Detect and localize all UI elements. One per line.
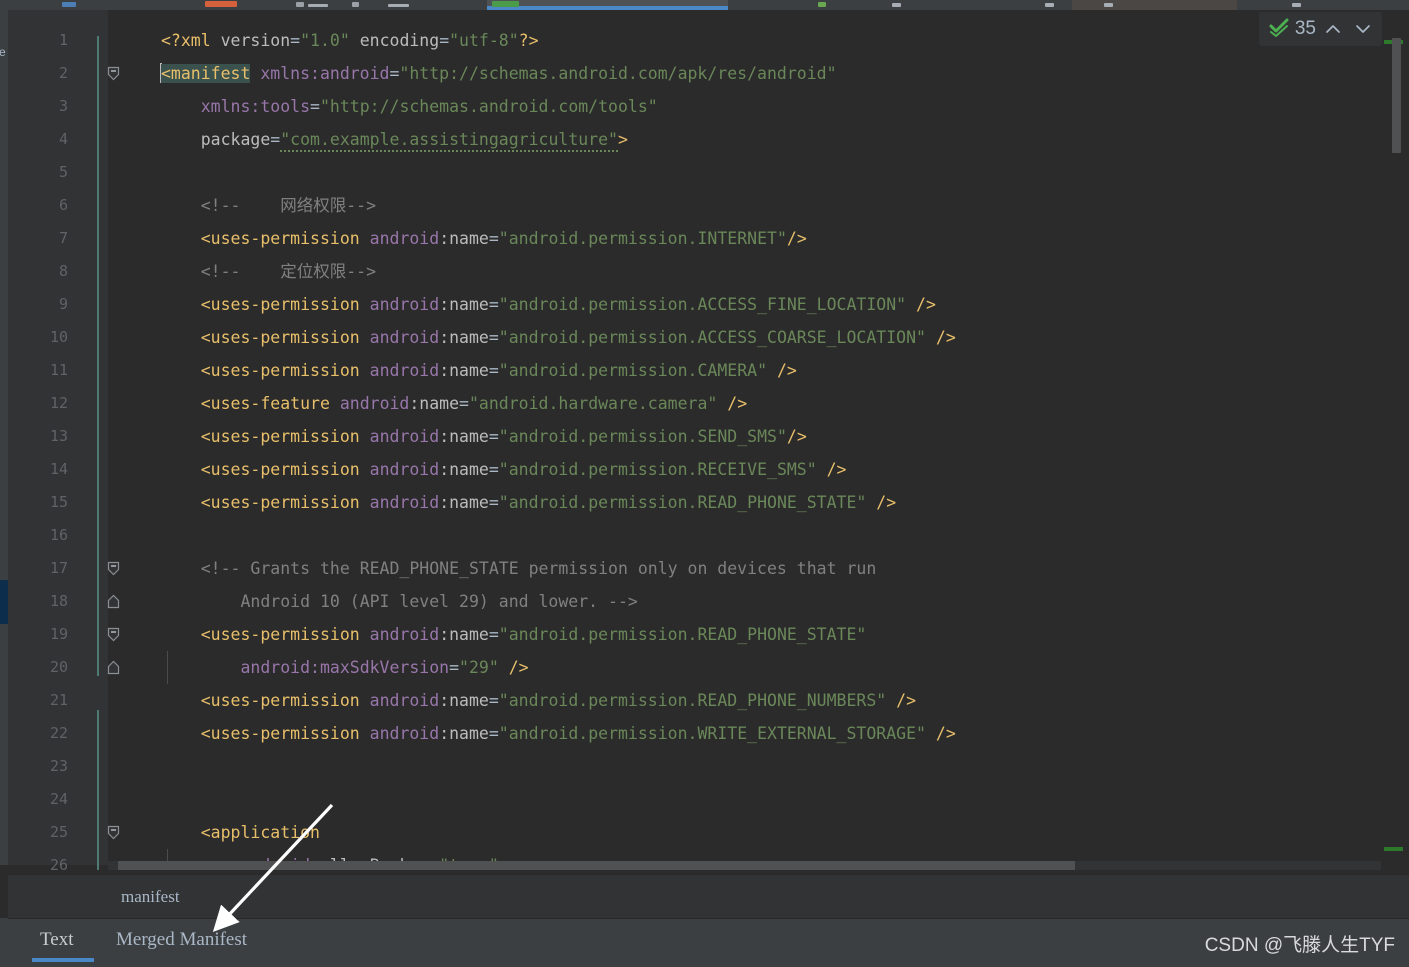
line-number: 21: [49, 691, 68, 709]
tab-icon-4: [352, 2, 359, 7]
code-line[interactable]: <uses-permission android:name="android.p…: [161, 717, 956, 750]
line-number: 24: [49, 790, 68, 808]
code-line[interactable]: <uses-permission android:name="android.p…: [161, 288, 936, 321]
vcs-change-marker-2[interactable]: [97, 710, 99, 870]
line-number: 16: [49, 526, 68, 544]
code-line[interactable]: <!-- Grants the READ_PHONE_STATE permiss…: [161, 552, 877, 585]
inspection-widget[interactable]: 35: [1258, 12, 1382, 46]
tab-icon-6: [892, 3, 901, 7]
code-line[interactable]: <uses-permission android:name="android.p…: [161, 453, 847, 486]
line-number: 1: [58, 31, 68, 49]
code-line[interactable]: <uses-permission android:name="android.p…: [161, 684, 916, 717]
tab-icon-9: [1292, 3, 1301, 7]
tab-label-3: [308, 4, 328, 7]
line-number: 22: [49, 724, 68, 742]
line-number: 7: [58, 229, 68, 247]
line-number: 17: [49, 559, 68, 577]
tool-window-stripe-active-marker[interactable]: [0, 580, 8, 624]
line-number: 2: [58, 64, 68, 82]
tab-text-underline: [32, 958, 94, 962]
inspection-count: 35: [1294, 18, 1316, 39]
code-line[interactable]: <uses-permission android:name="android.p…: [161, 321, 956, 354]
line-number: 20: [49, 658, 68, 676]
code-text-area[interactable]: <?xml version="1.0" encoding="utf-8"?> <m…: [108, 10, 1409, 865]
tab-icon-5: [818, 2, 826, 7]
line-number: 19: [49, 625, 68, 643]
code-editor[interactable]: 1 2 3 4 5 6 7 8 9 10 11 12 13 14 15 16 17 18 19 20 21 22 23 24 2…: [8, 10, 1409, 874]
line-number: 3: [58, 97, 68, 115]
code-line[interactable]: <uses-permission android:name="android.p…: [161, 420, 807, 453]
code-line[interactable]: <application: [161, 816, 320, 849]
tab-icon-2: [205, 1, 237, 7]
breadcrumb-item-manifest[interactable]: manifest: [121, 875, 180, 919]
line-number: 13: [49, 427, 68, 445]
breadcrumb[interactable]: manifest: [8, 874, 1409, 919]
code-line[interactable]: package="com.example.assistingagricultur…: [161, 123, 628, 156]
line-number: 18: [49, 592, 68, 610]
vertical-scrollbar-thumb[interactable]: [1392, 38, 1401, 153]
code-line[interactable]: <uses-permission android:name="android.p…: [161, 486, 896, 519]
line-number: 6: [58, 196, 68, 214]
line-number-column: 1 2 3 4 5 6 7 8 9 10 11 12 13 14 15 16 17 18 19 20 21 22 23 24 2…: [8, 10, 68, 874]
tab-icon-active: [492, 1, 519, 7]
editor-tab-hover[interactable]: [1072, 0, 1237, 10]
status-bar: [0, 963, 1409, 967]
checkmark-icon: [1267, 15, 1291, 43]
horizontal-scrollbar-thumb[interactable]: [118, 861, 1075, 870]
tab-icon-8: [1104, 3, 1113, 7]
line-number: 11: [49, 361, 68, 379]
line-number: 10: [49, 328, 68, 346]
code-line[interactable]: <uses-permission android:name="android.p…: [161, 222, 807, 255]
line-number: 25: [49, 823, 68, 841]
code-line[interactable]: Android 10 (API level 29) and lower. -->: [161, 585, 637, 618]
tab-label-4: [388, 4, 409, 7]
code-line[interactable]: <uses-permission android:name="android.p…: [161, 354, 797, 387]
line-number: 23: [49, 757, 68, 775]
editor-tab-strip[interactable]: [0, 0, 1409, 10]
code-line[interactable]: <uses-feature android:name="android.hard…: [161, 387, 747, 420]
line-number: 4: [58, 130, 68, 148]
line-number: 12: [49, 394, 68, 412]
indent-guide: [167, 651, 168, 684]
tab-merged-manifest[interactable]: Merged Manifest: [116, 919, 247, 964]
tool-window-stripe-left[interactable]: [0, 10, 8, 865]
code-line[interactable]: <!-- 网络权限-->: [161, 189, 376, 222]
code-line[interactable]: <?xml version="1.0" encoding="utf-8"?>: [161, 24, 539, 57]
code-line[interactable]: <uses-permission android:name="android.p…: [161, 618, 867, 651]
line-number: 9: [58, 295, 68, 313]
line-number: 8: [58, 262, 68, 280]
tab-icon-1: [62, 2, 76, 7]
vcs-change-marker[interactable]: [97, 36, 99, 676]
line-number: 14: [49, 460, 68, 478]
tab-icon-3: [296, 2, 304, 7]
watermark: CSDN @飞滕人生TYF: [1204, 935, 1395, 956]
tab-icon-7: [1045, 3, 1054, 7]
bottom-left-stub: [0, 918, 8, 967]
line-number: 15: [49, 493, 68, 511]
code-line[interactable]: android:maxSdkVersion="29" />: [161, 651, 528, 684]
code-line[interactable]: <manifest xmlns:android="http://schemas.…: [160, 57, 837, 90]
code-line[interactable]: <!-- 定位权限-->: [161, 255, 376, 288]
line-number: 5: [58, 163, 68, 181]
editor-gutter[interactable]: 1 2 3 4 5 6 7 8 9 10 11 12 13 14 15 16 17 18 19 20 21 22 23 24 2…: [8, 10, 120, 874]
chevron-up-icon[interactable]: [1320, 16, 1346, 42]
code-line[interactable]: xmlns:tools="http://schemas.android.com/…: [161, 90, 658, 123]
editor-view-tabs[interactable]: Text Merged Manifest: [8, 918, 1409, 964]
chevron-down-icon[interactable]: [1350, 16, 1376, 42]
